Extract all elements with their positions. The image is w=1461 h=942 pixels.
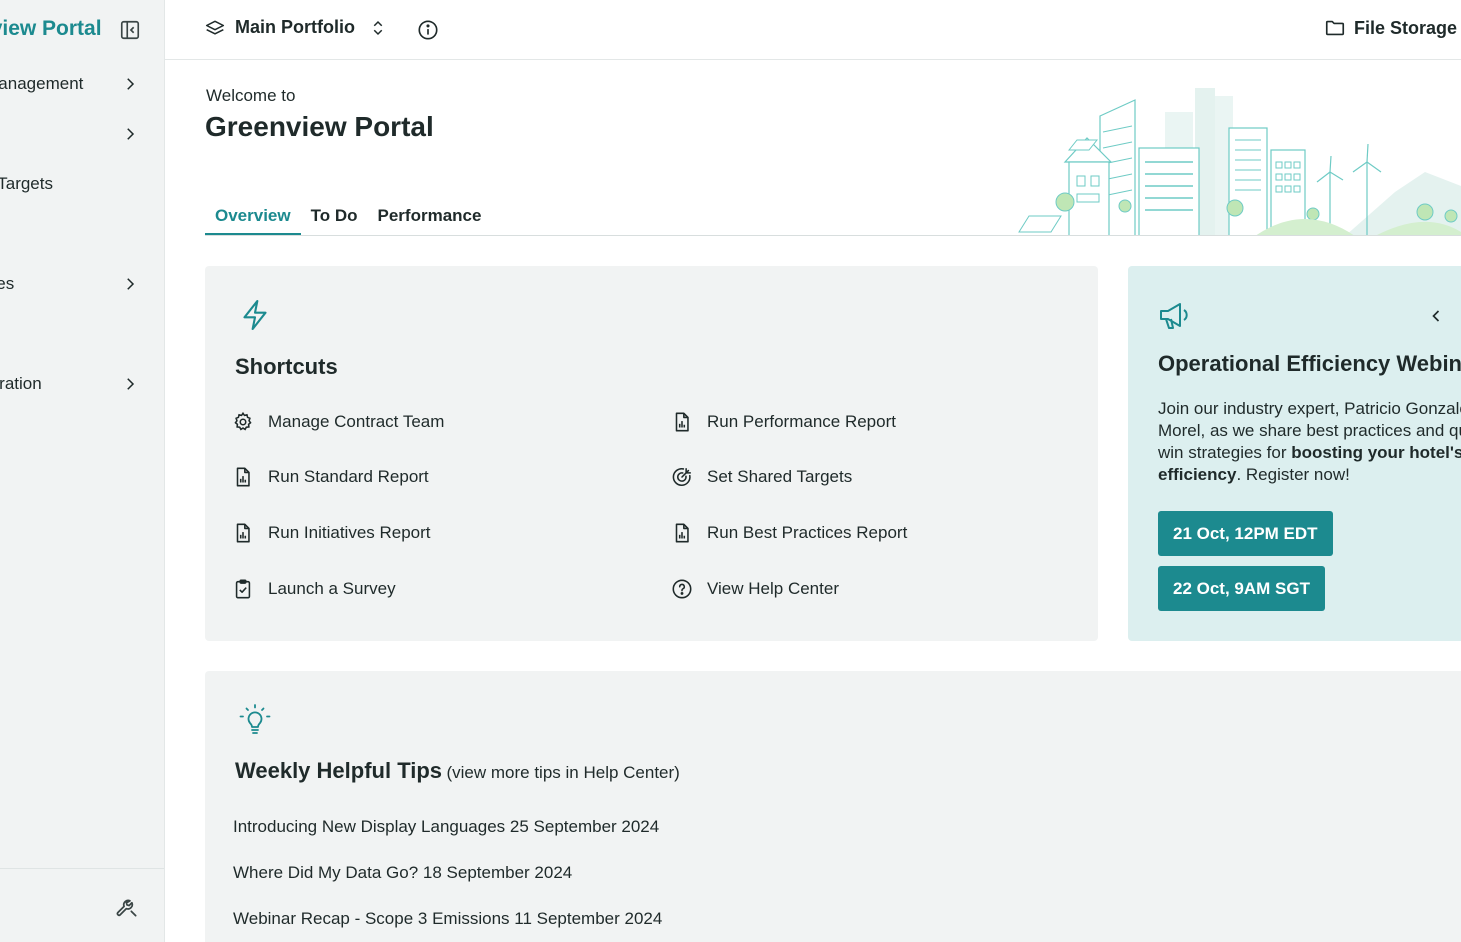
shortcut-label: Set Shared Targets [707,467,853,486]
shortcut-view-help-center[interactable]: View Help Center [671,578,839,600]
gear-icon [234,411,252,431]
tab-performance[interactable]: Performance [368,200,492,236]
register-date-1-button[interactable]: 21 Oct, 12PM EDT [1158,511,1333,556]
shortcut-label: View Help Center [707,579,839,598]
shortcuts-title: Shortcuts [235,354,338,379]
tab-bar: Overview To Do Performance [205,200,491,236]
sidebar-item-collapsed[interactable] [0,116,164,152]
target-icon [672,467,692,487]
report-icon [236,523,250,543]
chevron-right-icon [127,128,135,140]
shortcut-run-best-practices-report[interactable]: Run Best Practices Report [671,522,907,544]
promo-body-text-end: . Register now! [1236,465,1350,484]
layers-icon [205,20,225,35]
promo-body: Join our industry expert, Patricio Gonza… [1158,398,1461,486]
tab-overview[interactable]: Overview [205,200,301,236]
topbar: Main Portfolio File Storage [165,0,1461,60]
report-icon [675,523,689,543]
promo-title: Operational Efficiency Webinar [1158,351,1461,376]
portfolio-name: Main Portfolio [235,17,355,37]
portfolio-selector[interactable]: Main Portfolio [205,17,387,38]
brand-title[interactable]: Greenview Portal [0,17,102,41]
chevron-right-icon [127,378,135,390]
shortcut-manage-contract-team[interactable]: Manage Contract Team [232,411,444,433]
sidebar-item-label: Account Management [0,74,84,93]
tab-divider [205,235,1461,236]
sidebar: Greenview Portal Account Management Shar… [0,0,165,942]
sidebar-item-resources[interactable]: Resources [0,266,164,302]
wrench-icon[interactable] [114,894,140,920]
shortcut-launch-a-survey[interactable]: Launch a Survey [232,578,396,600]
clipboard-check-icon [235,579,251,599]
shortcut-label: Run Performance Report [707,412,896,431]
shortcut-label: Run Best Practices Report [707,523,908,542]
tip-link[interactable]: Where Did My Data Go? 18 September 2024 [233,863,572,883]
sidebar-item-administration[interactable]: Administration [0,366,164,402]
chevron-up-down-icon [373,20,383,35]
welcome-label: Welcome to [206,86,296,105]
sidebar-item-label: Resources [0,274,15,293]
chevron-right-icon [127,78,135,90]
collapse-sidebar-icon[interactable] [119,19,141,41]
tab-to-do[interactable]: To Do [301,200,368,236]
info-icon[interactable] [417,19,439,41]
weekly-tips-card: Weekly Helpful Tips (view more tips in H… [205,671,1461,942]
shortcut-label: Manage Contract Team [268,412,445,431]
shortcut-run-performance-report[interactable]: Run Performance Report [671,411,896,433]
page-title: Greenview Portal [205,111,434,142]
shortcut-label: Run Standard Report [268,467,429,486]
sidebar-divider [0,868,164,869]
sidebar-item-account-management[interactable]: Account Management [0,66,164,102]
report-icon [236,467,250,487]
chevron-right-icon [127,278,135,290]
tips-heading: Weekly Helpful Tips (view more tips in H… [235,758,680,784]
help-circle-icon [672,579,692,599]
shortcuts-card: Shortcuts Manage Contract Team Run Perfo… [205,266,1098,641]
shortcut-run-standard-report[interactable]: Run Standard Report [232,466,429,488]
report-icon [675,412,689,432]
shortcut-set-shared-targets[interactable]: Set Shared Targets [671,466,852,488]
shortcut-run-initiatives-report[interactable]: Run Initiatives Report [232,522,431,544]
tips-subtitle[interactable]: (view more tips in Help Center) [446,763,679,782]
megaphone-icon [1160,303,1188,329]
tips-title: Weekly Helpful Tips [235,758,443,783]
file-storage-button[interactable]: File Storage [1324,17,1457,39]
webinar-promo-card: Operational Efficiency Webinar Join our … [1128,266,1461,641]
tip-link[interactable]: Introducing New Display Languages 25 Sep… [233,817,659,837]
lightbulb-icon [239,704,271,734]
tip-link[interactable]: Webinar Recap - Scope 3 Emissions 11 Sep… [233,909,662,929]
lightning-bolt-icon [243,299,267,331]
sidebar-item-label: Shared Targets [0,174,53,193]
shortcut-label: Launch a Survey [268,579,396,598]
sidebar-item-shared-targets[interactable]: Shared Targets [0,166,164,202]
chevron-left-icon[interactable] [1426,306,1446,326]
sidebar-item-label: Administration [0,374,42,393]
file-storage-label: File Storage [1353,17,1457,38]
shortcut-label: Run Initiatives Report [268,523,431,542]
folder-icon [1325,20,1345,36]
register-date-2-button[interactable]: 22 Oct, 9AM SGT [1158,566,1325,611]
city-illustration [1018,88,1461,236]
